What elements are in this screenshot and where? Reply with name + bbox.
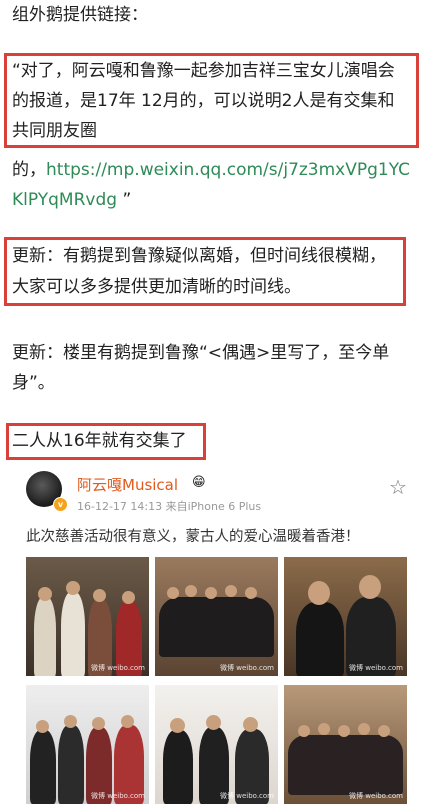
- weibo-post-card: v 阿云嘎Musical 😁 16-12-17 14:13 来自iPhone 6…: [22, 465, 417, 810]
- photo-watermark: 微博 weibo.com: [91, 792, 145, 800]
- weixin-link-part1[interactable]: https://mp.weixin.qq.com/s/j7z3mxVPg1YC: [46, 160, 410, 180]
- link-line-2: KlPYqMRvdg ”: [12, 187, 131, 214]
- post-meta: 16-12-17 14:13 来自iPhone 6 Plus: [77, 500, 262, 513]
- post-photo-4[interactable]: 微博 weibo.com: [26, 685, 149, 804]
- weibo-username[interactable]: 阿云嘎Musical: [77, 474, 178, 495]
- quote-line-1: “对了，阿云嘎和鲁豫一起参加吉祥三宝女儿演唱会: [12, 61, 395, 81]
- update1-line-1: 更新：有鹅提到鲁豫疑似离婚，但时间线很模糊，: [12, 246, 386, 266]
- quote-line-3: 共同朋友圈: [12, 121, 97, 141]
- photo-watermark: 微博 weibo.com: [220, 664, 274, 672]
- photo-watermark: 微博 weibo.com: [91, 664, 145, 672]
- quote-line-2: 的报道，是17年 12月的，可以说明2人是有交集和: [12, 91, 395, 111]
- post-text: 此次慈善活动很有意义，蒙古人的爱心温暖着香港！: [26, 529, 360, 545]
- grin-emoji-icon: 😁: [192, 475, 206, 490]
- star-icon[interactable]: ☆: [389, 475, 407, 499]
- link-suffix: ”: [117, 190, 132, 210]
- link-prefix: 的，: [12, 160, 46, 180]
- photo-watermark: 微博 weibo.com: [349, 664, 403, 672]
- link-line: 的，https://mp.weixin.qq.com/s/j7z3mxVPg1Y…: [12, 157, 410, 184]
- post-photo-2[interactable]: 微博 weibo.com: [155, 557, 278, 676]
- update2-line-1: 更新：楼里有鹅提到鲁豫“<偶遇>里写了，至今单: [12, 343, 390, 363]
- update1-line-2: 大家可以多多提供更加清晰的时间线。: [12, 277, 301, 297]
- post-photo-6[interactable]: 微博 weibo.com: [284, 685, 407, 804]
- post-photo-5[interactable]: 微博 weibo.com: [155, 685, 278, 804]
- verified-badge-icon: v: [53, 497, 68, 512]
- post-photo-1[interactable]: 微博 weibo.com: [26, 557, 149, 676]
- intro-text: 组外鹅提供链接：: [12, 5, 148, 25]
- photo-watermark: 微博 weibo.com: [349, 792, 403, 800]
- weixin-link-part2[interactable]: KlPYqMRvdg: [12, 190, 117, 210]
- section-heading: 二人从16年就有交集了: [12, 431, 187, 451]
- update2-line-2: 身”。: [12, 373, 55, 393]
- photo-watermark: 微博 weibo.com: [220, 792, 274, 800]
- post-photo-3[interactable]: 微博 weibo.com: [284, 557, 407, 676]
